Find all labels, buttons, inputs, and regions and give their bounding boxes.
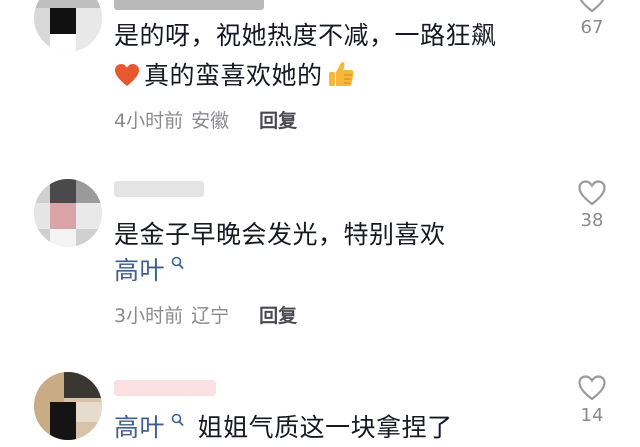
comment-time: 4小时前	[114, 110, 184, 132]
avatar[interactable]	[34, 0, 102, 52]
comment-item-1: 是的呀，祝她热度不减，一路狂飙 真的蛮喜欢她的 4小时前 安徽 回复 67	[0, 0, 640, 140]
reply-button[interactable]: 回复	[259, 305, 297, 327]
comment-text: 高叶 姐姐气质这一块拿捏了	[114, 408, 453, 444]
heart-outline-icon[interactable]	[577, 179, 607, 207]
like-count: 38	[580, 210, 604, 231]
comment-time: 3小时前	[114, 305, 184, 327]
comment-item-3: 高叶 姐姐气质这一块拿捏了 14	[0, 370, 640, 447]
heart-outline-icon[interactable]	[577, 374, 607, 402]
comment-text: 是金子早晚会发光，特别喜欢	[114, 220, 446, 249]
like-button[interactable]: 67	[568, 0, 616, 38]
like-count: 14	[580, 405, 604, 426]
reply-button[interactable]: 回复	[259, 110, 297, 132]
mention-line: 高叶	[114, 251, 184, 287]
heart-outline-icon[interactable]	[577, 0, 607, 14]
comment-text-line-2-content: 真的蛮喜欢她的	[144, 61, 323, 90]
red-heart-emoji-icon	[115, 64, 139, 86]
comment-text-line-2: 真的蛮喜欢她的	[114, 56, 355, 92]
like-button[interactable]: 14	[568, 374, 616, 426]
username-blurred[interactable]	[114, 380, 216, 396]
avatar[interactable]	[34, 372, 102, 440]
comment-location: 辽宁	[191, 305, 230, 327]
search-icon	[166, 256, 184, 274]
comment-meta: 4小时前 安徽 回复	[114, 106, 297, 133]
username-blurred[interactable]	[114, 0, 264, 10]
avatar[interactable]	[34, 179, 102, 247]
like-count: 67	[580, 17, 604, 38]
mention-link[interactable]: 高叶	[114, 413, 165, 442]
comment-meta: 3小时前 辽宁 回复	[114, 301, 297, 328]
comment-item-2: 是金子早晚会发光，特别喜欢 高叶 3小时前 辽宁 回复 38	[0, 175, 640, 335]
mention-link[interactable]: 高叶	[114, 256, 165, 285]
username-blurred[interactable]	[114, 181, 204, 197]
comment-text: 是的呀，祝她热度不减，一路狂飙	[114, 21, 497, 50]
search-icon	[166, 413, 190, 431]
comment-text-content: 姐姐气质这一块拿捏了	[197, 413, 453, 442]
thumbs-up-emoji-icon	[328, 61, 354, 86]
comment-location: 安徽	[191, 110, 230, 132]
like-button[interactable]: 38	[568, 179, 616, 231]
